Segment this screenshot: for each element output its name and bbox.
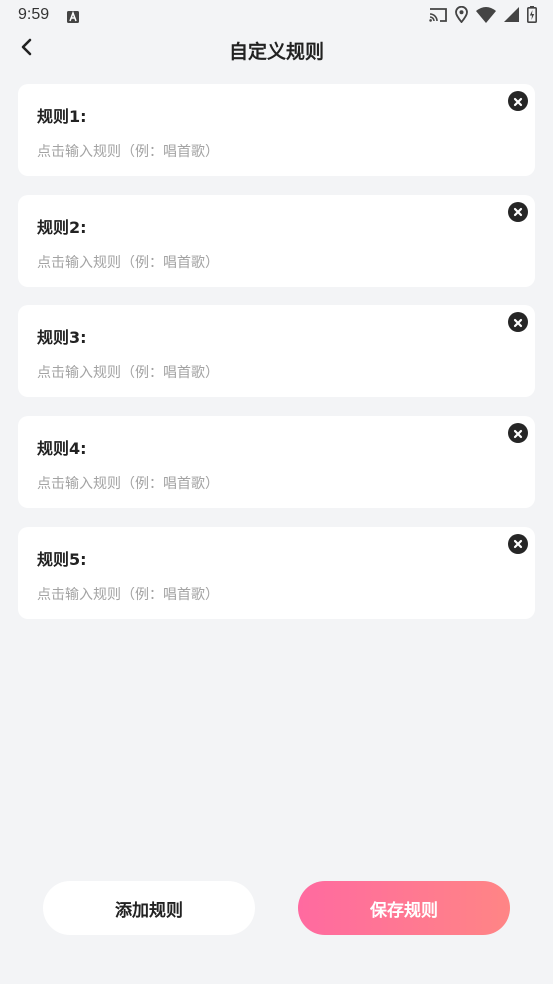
rule-input[interactable]: [37, 586, 497, 603]
close-icon: [513, 92, 523, 111]
rule-input[interactable]: [37, 144, 497, 160]
rule-label: 规则2:: [37, 217, 87, 237]
page-title: 自定义规则: [228, 41, 324, 63]
rule-card: 规则2:: [18, 194, 535, 287]
status-time: 9:59: [18, 6, 50, 23]
rule-input[interactable]: [37, 254, 497, 271]
wifi-icon: [476, 6, 496, 27]
a-notification-icon: [67, 8, 79, 23]
delete-rule-button[interactable]: [508, 533, 528, 554]
header: 自定义规则: [0, 32, 553, 68]
rule-label: 规则4:: [37, 439, 87, 459]
status-bar: 9:59: [0, 0, 553, 32]
close-icon: [513, 313, 523, 332]
status-icons: [429, 5, 537, 27]
delete-rule-button[interactable]: [508, 423, 528, 444]
add-rule-button[interactable]: 添加规则: [43, 881, 255, 935]
signal-icon: [504, 7, 519, 26]
rule-card: 规则5:: [18, 526, 535, 619]
rule-card: 规则1:: [18, 84, 535, 176]
delete-rule-button[interactable]: [508, 312, 528, 333]
rule-input[interactable]: [37, 365, 497, 382]
delete-rule-button[interactable]: [508, 201, 528, 222]
battery-icon: [527, 6, 537, 27]
rule-label: 规则1:: [37, 107, 87, 126]
rule-input[interactable]: [37, 476, 497, 493]
rule-label: 规则5:: [37, 549, 87, 569]
close-icon: [513, 534, 523, 553]
close-icon: [513, 202, 523, 221]
rule-card: 规则4:: [18, 416, 535, 509]
delete-rule-button[interactable]: [508, 91, 528, 111]
close-icon: [513, 424, 523, 443]
rules-list: 规则1: 规则2: 规则3: 规则4:: [18, 84, 535, 637]
location-icon: [455, 5, 468, 27]
rule-label: 规则3:: [37, 328, 87, 348]
save-rules-button[interactable]: 保存规则: [298, 881, 510, 935]
rule-card: 规则3:: [18, 305, 535, 398]
cast-icon: [429, 7, 447, 27]
